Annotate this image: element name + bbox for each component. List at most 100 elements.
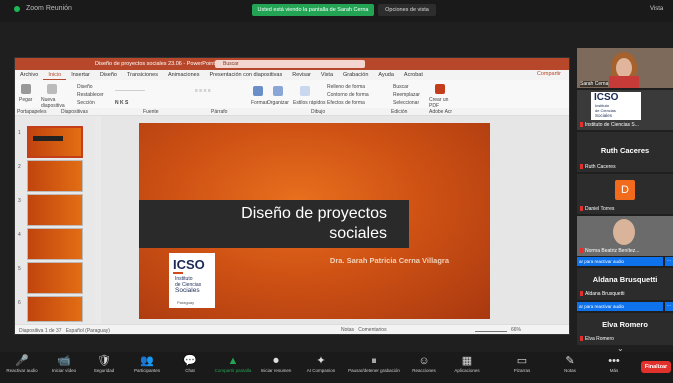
participant-display-name: Ruth Caceres bbox=[600, 146, 650, 155]
group-adobe: Adobe Acr bbox=[429, 109, 453, 115]
share-button[interactable]: Compartir bbox=[537, 71, 561, 77]
zoom-level[interactable]: 66% bbox=[511, 327, 521, 333]
replace-button[interactable]: Reemplazar bbox=[393, 92, 420, 98]
shape-effects-button[interactable]: Efectos de forma bbox=[327, 100, 365, 106]
arrange-icon[interactable] bbox=[273, 86, 283, 96]
zoom-toolbar: 🎤 Reactivar audio 📹 Iniciar vídeo 🛡 Segurid… bbox=[0, 352, 673, 383]
language-text[interactable]: Español (Paraguay) bbox=[66, 328, 110, 334]
screen-share-banner: Usted está viendo la pantalla de Sarah C… bbox=[252, 4, 374, 16]
share-screen-button[interactable]: ▲ Compartir pantalla bbox=[211, 352, 255, 373]
security-button[interactable]: 🛡 Seguridad bbox=[82, 352, 126, 373]
current-slide[interactable]: Diseño de proyectos sociales Dra. Sarah … bbox=[139, 123, 490, 319]
participant-tile-elva[interactable]: Elva Romero Elva Romero bbox=[577, 313, 673, 345]
more-options-icon[interactable]: ⋯ bbox=[665, 302, 673, 311]
reset-button[interactable]: Restablecer bbox=[77, 92, 104, 98]
slide-thumbnail-1[interactable] bbox=[27, 126, 83, 158]
participant-tile-icso[interactable]: ICSO Instituto de Ciencias Sociales Inst… bbox=[577, 90, 673, 130]
slide-thumbnail-6[interactable] bbox=[27, 296, 83, 322]
thumb-number: 4 bbox=[18, 232, 21, 238]
participant-name: Elva Romero bbox=[580, 336, 614, 342]
slide-thumbnail-2[interactable] bbox=[27, 160, 83, 192]
slide-thumbnail-5[interactable] bbox=[27, 262, 83, 294]
toolbar-label: Chat bbox=[185, 368, 195, 373]
participant-tile-sarah[interactable]: Sarah Cerna bbox=[577, 48, 673, 88]
layout-button[interactable]: Diseño bbox=[77, 84, 93, 90]
menu-grabacion[interactable]: Grabación bbox=[338, 70, 373, 80]
reactions-button[interactable]: ☺ Reacciones bbox=[402, 352, 446, 373]
participants-button[interactable]: 👥 Participantes bbox=[125, 352, 169, 373]
avatar bbox=[613, 219, 635, 245]
participants-panel: Sarah Cerna ICSO Instituto de Ciencias S… bbox=[577, 42, 673, 360]
whiteboards-button[interactable]: ▭ Pizarras bbox=[500, 352, 544, 373]
comments-button[interactable]: Comentarios bbox=[358, 327, 386, 333]
toolbar-label: Compartir pantalla bbox=[214, 368, 252, 373]
notes-button[interactable]: Notas bbox=[341, 327, 354, 333]
participant-tile-aldana[interactable]: Aldana Brusquetti Aldana Brusquetti bbox=[577, 268, 673, 300]
menu-ayuda[interactable]: Ayuda bbox=[373, 70, 399, 80]
menu-acrobat[interactable]: Acrobat bbox=[399, 70, 428, 80]
view-options-button[interactable]: Opciones de vista bbox=[378, 4, 436, 16]
start-video-button[interactable]: 📹 Iniciar vídeo bbox=[42, 352, 86, 373]
document-title: Diseño de proyectos sociales 23.06 - Pow… bbox=[95, 61, 215, 67]
paste-icon[interactable] bbox=[21, 84, 31, 94]
font-selector[interactable]: ————— bbox=[115, 88, 145, 94]
participant-tile-ruth[interactable]: Ruth Caceres Ruth Caceres bbox=[577, 132, 673, 172]
arrange-label[interactable]: Organizar bbox=[267, 100, 289, 106]
icso-logo: ICSO Instituto de Ciencias Sociales Para… bbox=[169, 253, 215, 308]
ppt-search-box[interactable]: Buscar bbox=[215, 60, 365, 68]
apps-button[interactable]: ▦ Aplicaciones bbox=[445, 352, 489, 373]
quick-styles-icon[interactable] bbox=[300, 86, 310, 96]
menu-presentacion[interactable]: Presentación con diapositivas bbox=[204, 70, 287, 80]
menu-inicio[interactable]: Inicio bbox=[43, 70, 67, 80]
menu-transiciones[interactable]: Transiciones bbox=[122, 70, 163, 80]
shape-outline-button[interactable]: Contorno de forma bbox=[327, 92, 369, 98]
menu-animaciones[interactable]: Animaciones bbox=[163, 70, 205, 80]
section-button[interactable]: Sección bbox=[77, 100, 95, 106]
participant-tile-norma[interactable]: Norma Beatriz Benítez... bbox=[577, 216, 673, 256]
paragraph-buttons[interactable]: ≡ ≡ ≡ ≡ bbox=[195, 88, 211, 94]
slide-thumbnail-4[interactable] bbox=[27, 228, 83, 260]
zoom-slider[interactable] bbox=[475, 331, 507, 332]
menu-diseno[interactable]: Diseño bbox=[95, 70, 122, 80]
pdf-icon[interactable] bbox=[435, 84, 445, 94]
chat-button[interactable]: 💬 Chat bbox=[168, 352, 212, 373]
font-format-buttons[interactable]: N K S bbox=[115, 100, 128, 106]
slide-thumbnail-3[interactable] bbox=[27, 194, 83, 226]
menu-archivo[interactable]: Archivo bbox=[15, 70, 43, 80]
more-options-icon[interactable]: ⋯ bbox=[665, 257, 673, 266]
shapes-label[interactable]: Formas bbox=[251, 100, 268, 106]
participants-icon: 👥 bbox=[140, 355, 154, 367]
security-shield-icon bbox=[14, 5, 20, 12]
quick-styles-label[interactable]: Estilos rápidos bbox=[293, 100, 326, 106]
participant-tile-daniel[interactable]: D Daniel Torres bbox=[577, 174, 673, 214]
shape-fill-button[interactable]: Relleno de forma bbox=[327, 84, 365, 90]
menu-vista[interactable]: Vista bbox=[316, 70, 338, 80]
view-button[interactable]: Vista bbox=[650, 6, 663, 12]
pause-recording-button[interactable]: ⏸ Pausar/detener grabación bbox=[346, 352, 402, 373]
menu-revisar[interactable]: Revisar bbox=[287, 70, 316, 80]
more-button[interactable]: ••• Más bbox=[592, 352, 636, 373]
toolbar-label: Pizarras bbox=[513, 368, 531, 373]
notes-button[interactable]: ✎ Notas bbox=[548, 352, 592, 373]
start-summary-button[interactable]: ⏺ Iniciar resumen bbox=[254, 352, 298, 373]
new-slide-icon[interactable] bbox=[47, 84, 57, 94]
unmute-audio-button[interactable]: 🎤 Reactivar audio bbox=[0, 352, 44, 373]
shapes-icon[interactable] bbox=[253, 86, 263, 96]
toolbar-label: Seguridad bbox=[93, 368, 115, 373]
ai-companion-button[interactable]: ✦ AI Companion bbox=[299, 352, 343, 373]
smiley-icon: ☺ bbox=[418, 355, 430, 367]
select-button[interactable]: Seleccionar bbox=[393, 100, 419, 106]
paste-label[interactable]: Pegar bbox=[19, 97, 32, 103]
toolbar-label: AI Companion bbox=[306, 368, 336, 373]
thumb-number: 1 bbox=[18, 130, 21, 136]
slide-counter: Diapositiva 1 de 37 Español (Paraguay) bbox=[19, 328, 110, 334]
icso-avatar: ICSO Instituto de Ciencias Sociales bbox=[591, 92, 641, 120]
group-slides: Diapositivas bbox=[61, 109, 88, 115]
end-meeting-button[interactable]: Finalizar bbox=[641, 361, 671, 373]
meeting-info[interactable]: Zoom Reunión bbox=[14, 5, 72, 12]
unmute-prompt[interactable]: ar para reactivar audio bbox=[577, 302, 663, 311]
menu-insertar[interactable]: Insertar bbox=[66, 70, 95, 80]
find-button[interactable]: Buscar bbox=[393, 84, 409, 90]
slide-subtitle: Dra. Sarah Patricia Cerna Villagra bbox=[329, 256, 449, 265]
unmute-prompt[interactable]: ar para reactivar audio bbox=[577, 257, 663, 266]
